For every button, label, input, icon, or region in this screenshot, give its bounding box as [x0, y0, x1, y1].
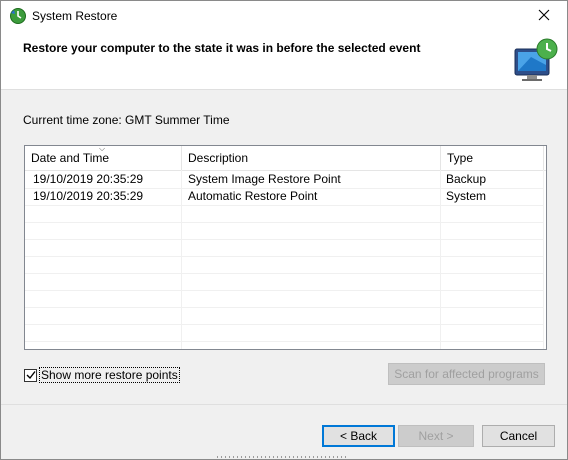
show-more-label[interactable]: Show more restore points	[39, 367, 180, 383]
next-button[interactable]: Next >	[398, 425, 474, 447]
back-button[interactable]: < Back	[322, 425, 395, 447]
row-description: System Image Restore Point	[188, 172, 341, 186]
column-header-type-label: Type	[447, 151, 474, 165]
resize-grip[interactable]	[217, 456, 347, 458]
checkbox-box[interactable]	[24, 368, 37, 382]
system-restore-window: System Restore Restore your computer to …	[0, 0, 568, 460]
row-type: Backup	[446, 172, 487, 186]
empty-row	[25, 324, 544, 342]
header-title: Restore your computer to the state it wa…	[23, 41, 421, 55]
title-bar[interactable]: System Restore	[1, 1, 567, 31]
empty-row	[25, 256, 544, 274]
table-row[interactable]: 19/10/2019 20:35:29 System Image Restore…	[25, 171, 544, 189]
close-icon	[538, 9, 550, 24]
row-description: Automatic Restore Point	[188, 189, 318, 203]
empty-row	[25, 239, 544, 257]
column-header-type[interactable]: Type	[441, 146, 544, 170]
column-header-date-label: Date and Time	[31, 151, 110, 165]
system-restore-icon	[9, 7, 27, 25]
timezone-label: Current time zone: GMT Summer Time	[23, 113, 230, 127]
column-header-description[interactable]: Description	[182, 146, 441, 170]
empty-row	[25, 205, 544, 223]
empty-row	[25, 290, 544, 308]
checkmark-icon	[26, 371, 36, 380]
show-more-restore-points-checkbox[interactable]: Show more restore points	[24, 367, 180, 383]
row-type: System	[446, 189, 487, 203]
column-header-description-label: Description	[188, 151, 249, 165]
empty-row	[25, 273, 544, 291]
header-panel: Restore your computer to the state it wa…	[1, 31, 567, 90]
window-title: System Restore	[32, 9, 118, 23]
scan-affected-programs-button[interactable]: Scan for affected programs	[388, 363, 545, 385]
sort-down-icon: ⌵	[99, 145, 106, 153]
close-button[interactable]	[521, 1, 567, 31]
empty-row	[25, 307, 544, 325]
system-restore-monitor-icon	[511, 35, 561, 83]
column-header-date[interactable]: ⌵ Date and Time	[25, 146, 182, 170]
list-header: ⌵ Date and Time Description Type	[25, 146, 546, 171]
restore-points-list[interactable]: ⌵ Date and Time Description Type 19/10/2…	[24, 145, 547, 350]
row-date: 19/10/2019 20:35:29	[33, 172, 144, 186]
empty-row	[25, 222, 544, 240]
row-date: 19/10/2019 20:35:29	[33, 189, 144, 203]
table-row[interactable]: 19/10/2019 20:35:29 Automatic Restore Po…	[25, 188, 544, 206]
cancel-button[interactable]: Cancel	[482, 425, 555, 447]
